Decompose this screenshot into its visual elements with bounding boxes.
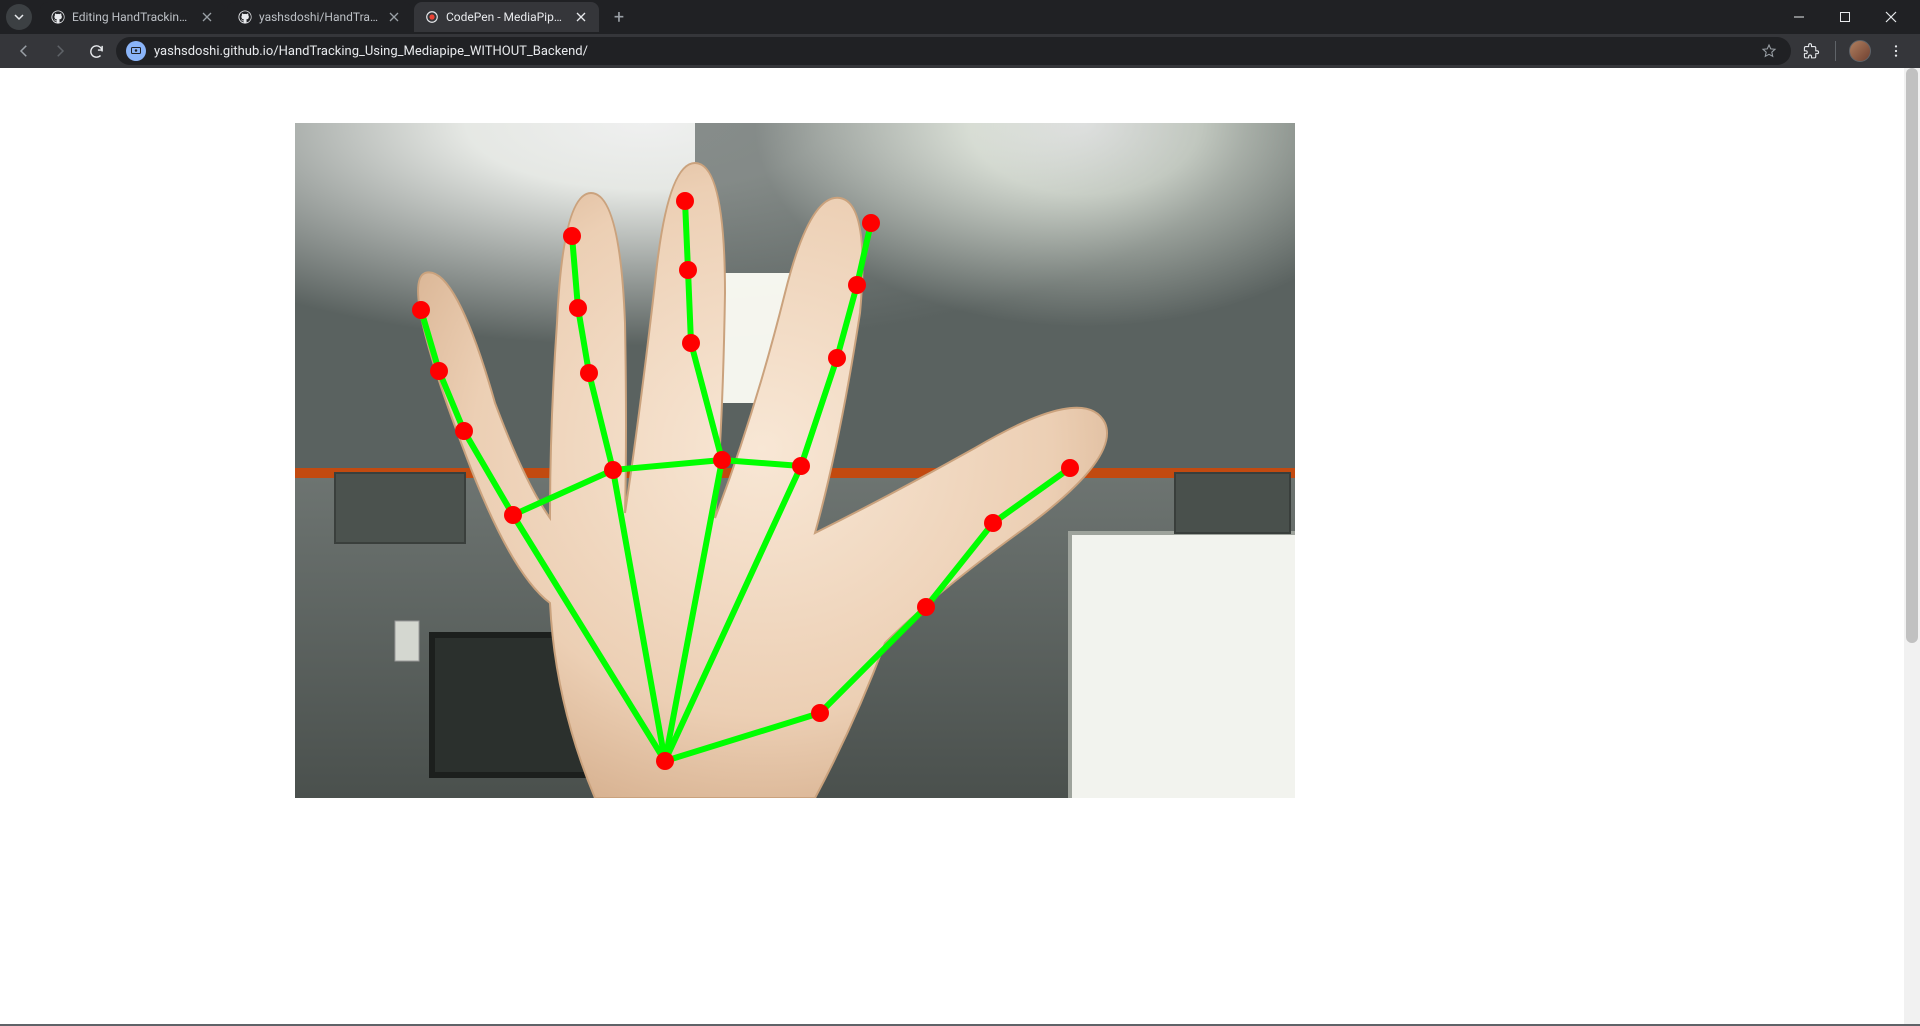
recording-icon bbox=[424, 9, 440, 25]
url-text: yashsdoshi.github.io/HandTracking_Using_… bbox=[154, 44, 1749, 59]
browser-tab-1[interactable]: yashsdoshi/HandTracking_Usin bbox=[227, 2, 412, 32]
address-bar[interactable]: yashsdoshi.github.io/HandTracking_Using_… bbox=[116, 37, 1791, 65]
maximize-button[interactable] bbox=[1822, 0, 1868, 34]
window-controls bbox=[1776, 0, 1914, 34]
close-icon[interactable] bbox=[386, 9, 402, 25]
close-icon[interactable] bbox=[199, 9, 215, 25]
reload-button[interactable] bbox=[80, 37, 112, 65]
scrollbar-thumb[interactable] bbox=[1906, 68, 1918, 643]
site-info-icon[interactable] bbox=[126, 41, 146, 61]
page-scrollbar[interactable] bbox=[1904, 68, 1920, 1026]
tabs-search-button[interactable] bbox=[6, 4, 32, 30]
minimize-button[interactable] bbox=[1776, 0, 1822, 34]
browser-titlebar: Editing HandTracking_Using_M yashsdoshi/… bbox=[0, 0, 1920, 34]
browser-tab-2[interactable]: CodePen - MediaPipe Hand bbox=[414, 2, 599, 32]
tab-title: Editing HandTracking_Using_M bbox=[72, 10, 193, 24]
webcam-video-canvas bbox=[295, 123, 1295, 798]
extensions-button[interactable] bbox=[1795, 37, 1827, 65]
new-tab-button[interactable]: + bbox=[605, 3, 633, 31]
tab-title: yashsdoshi/HandTracking_Usin bbox=[259, 10, 380, 24]
bookmark-icon[interactable] bbox=[1757, 43, 1781, 59]
profile-avatar[interactable] bbox=[1844, 37, 1876, 65]
tab-title: CodePen - MediaPipe Hand bbox=[446, 10, 567, 24]
close-window-button[interactable] bbox=[1868, 0, 1914, 34]
back-button[interactable] bbox=[8, 37, 40, 65]
browser-toolbar: yashsdoshi.github.io/HandTracking_Using_… bbox=[0, 34, 1920, 68]
page-content bbox=[0, 68, 1920, 1026]
close-icon[interactable] bbox=[573, 9, 589, 25]
browser-tab-0[interactable]: Editing HandTracking_Using_M bbox=[40, 2, 225, 32]
github-icon bbox=[50, 9, 66, 25]
forward-button[interactable] bbox=[44, 37, 76, 65]
separator bbox=[1835, 41, 1836, 61]
kebab-menu-icon[interactable] bbox=[1880, 37, 1912, 65]
github-icon bbox=[237, 9, 253, 25]
